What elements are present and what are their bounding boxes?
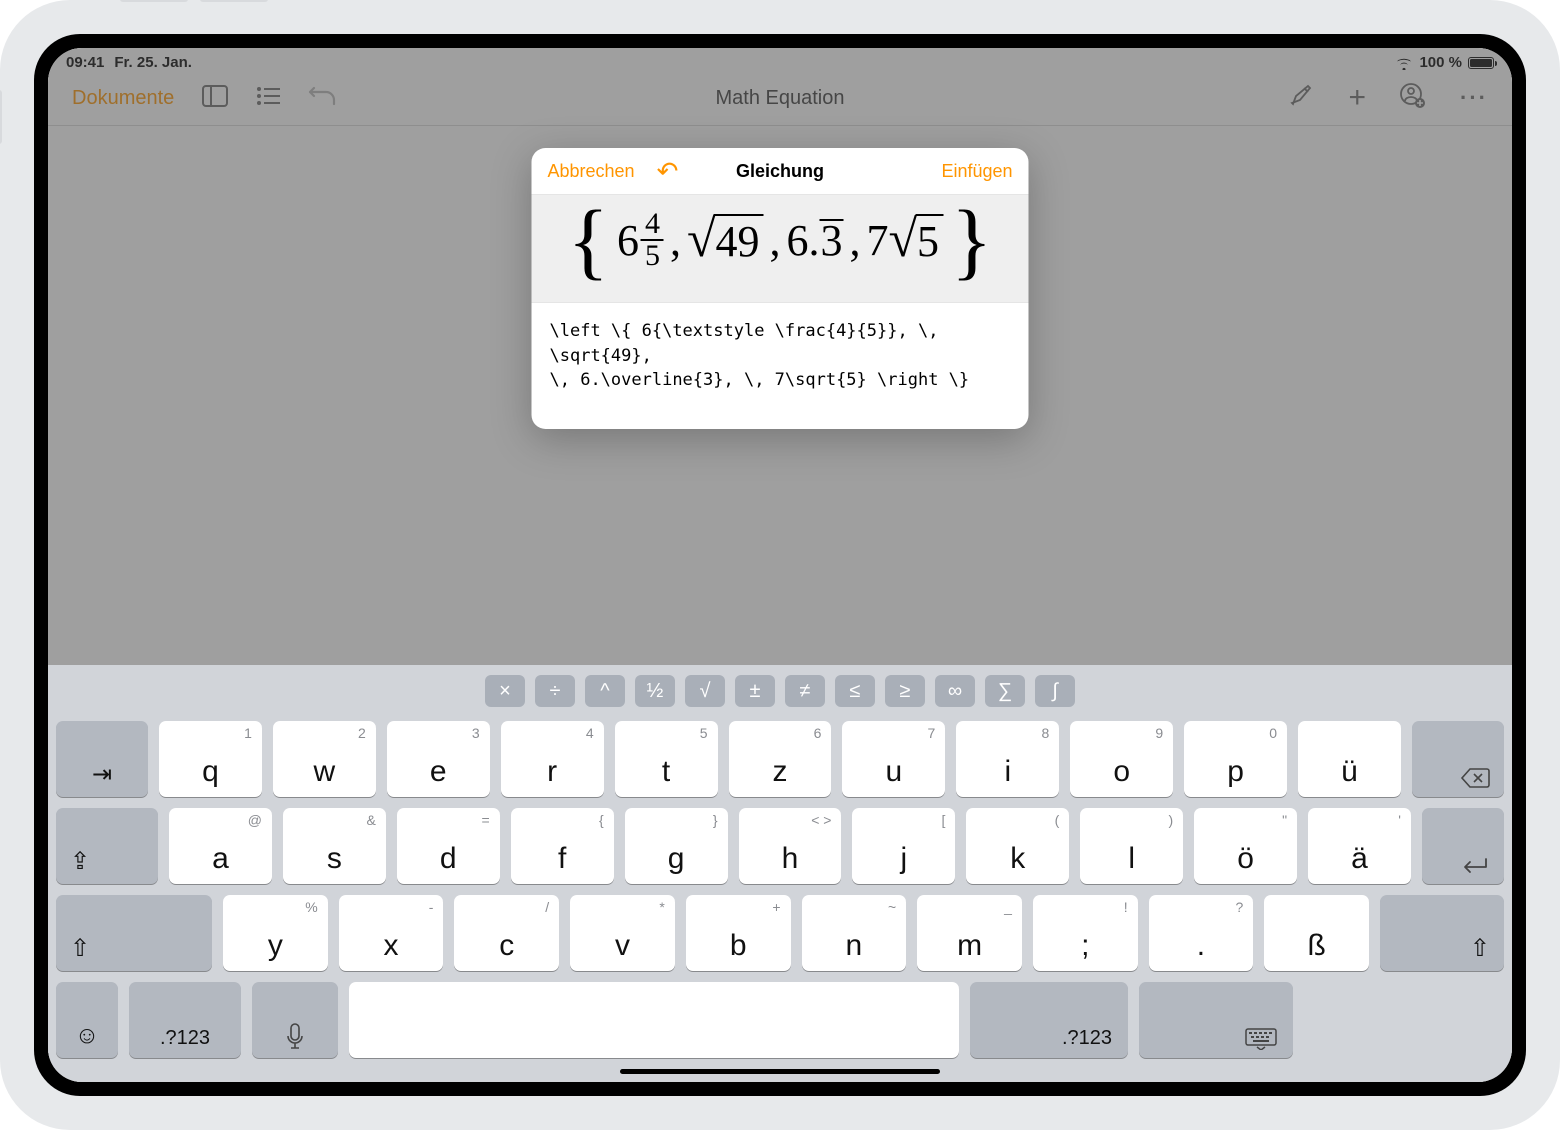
equation-popover: Abbrechen ↶ Gleichung Einfügen { 6 4 5 [532, 148, 1029, 429]
letter-key-q[interactable]: 1q [159, 721, 262, 797]
letter-key-n[interactable]: ~n [802, 895, 907, 971]
math-symbol-key[interactable]: ≥ [885, 675, 925, 707]
caps-key[interactable]: ⇪ [56, 808, 158, 884]
equation-preview: { 6 4 5 , √ 49 , [532, 194, 1029, 303]
letter-key-j[interactable]: [j [852, 808, 955, 884]
letter-key-ä[interactable]: 'ä [1308, 808, 1411, 884]
math-symbol-key[interactable]: ∑ [985, 675, 1025, 707]
letter-key-;[interactable]: !; [1033, 895, 1138, 971]
space-key[interactable] [349, 982, 959, 1058]
letter-key-m[interactable]: _m [917, 895, 1022, 971]
letter-key-b[interactable]: +b [686, 895, 791, 971]
home-indicator[interactable] [620, 1069, 940, 1074]
letter-key-v[interactable]: *v [570, 895, 675, 971]
math-symbol-key[interactable]: ∞ [935, 675, 975, 707]
math-symbol-key[interactable]: ÷ [535, 675, 575, 707]
math-symbol-key[interactable]: ^ [585, 675, 625, 707]
right-brace: } [945, 210, 998, 270]
equation-source-input[interactable]: \left \{ 6{\textstyle \frac{4}{5}}, \, \… [532, 303, 1029, 429]
shift-key-right[interactable]: ⇧ [1380, 895, 1504, 971]
math-symbol-key[interactable]: ≠ [785, 675, 825, 707]
preview-6: 6 [617, 215, 639, 266]
letter-key-f[interactable]: {f [511, 808, 614, 884]
preview-fraction: 4 5 [641, 209, 664, 271]
preview-7sqrt5: 7 √ 5 [867, 214, 944, 267]
preview-sqrt49: √ 49 [687, 214, 764, 267]
math-symbol-key[interactable]: √ [685, 675, 725, 707]
letter-key-o[interactable]: 9o [1070, 721, 1173, 797]
keyboard: × ÷ ^ ½ √ ± ≠ ≤ ≥ ∞ ∑ ∫ ⇥ 1q2w3e4r5t6z7u8i9o0pü ⇪ @… [48, 665, 1512, 1082]
letter-key-ö[interactable]: "ö [1194, 808, 1297, 884]
letter-key-g[interactable]: }g [625, 808, 728, 884]
left-brace: { [562, 210, 615, 270]
mode-key-left[interactable]: .?123 [129, 982, 241, 1058]
dismiss-keyboard-key[interactable] [1139, 982, 1293, 1058]
shift-key-left[interactable]: ⇧ [56, 895, 212, 971]
backspace-key[interactable] [1412, 721, 1504, 797]
letter-key-a[interactable]: @a [169, 808, 272, 884]
letter-key-p[interactable]: 0p [1184, 721, 1287, 797]
letter-key-d[interactable]: =d [397, 808, 500, 884]
emoji-key[interactable]: ☺ [56, 982, 118, 1058]
letter-key-t[interactable]: 5t [615, 721, 718, 797]
math-symbol-key[interactable]: ± [735, 675, 775, 707]
letter-key-ß[interactable]: ß [1264, 895, 1369, 971]
letter-key-i[interactable]: 8i [956, 721, 1059, 797]
letter-key-ü[interactable]: ü [1298, 721, 1401, 797]
popover-title: Gleichung [736, 161, 824, 182]
tab-key[interactable]: ⇥ [56, 721, 148, 797]
cancel-button[interactable]: Abbrechen [548, 161, 635, 182]
letter-key-x[interactable]: -x [339, 895, 444, 971]
letter-key-u[interactable]: 7u [842, 721, 945, 797]
letter-key-l[interactable]: )l [1080, 808, 1183, 884]
letter-key-y[interactable]: %y [223, 895, 328, 971]
math-symbol-key[interactable]: ≤ [835, 675, 875, 707]
preview-overline-3: 3 [820, 219, 844, 261]
popover-undo-icon[interactable]: ↶ [657, 158, 679, 184]
keyboard-math-bar: × ÷ ^ ½ √ ± ≠ ≤ ≥ ∞ ∑ ∫ [48, 665, 1512, 715]
letter-key-k[interactable]: (k [966, 808, 1069, 884]
mode-key-right[interactable]: .?123 [970, 982, 1128, 1058]
letter-key-e[interactable]: 3e [387, 721, 490, 797]
math-symbol-key[interactable]: × [485, 675, 525, 707]
letter-key-s[interactable]: &s [283, 808, 386, 884]
letter-key-r[interactable]: 4r [501, 721, 604, 797]
return-key[interactable] [1422, 808, 1504, 884]
letter-key-z[interactable]: 6z [729, 721, 832, 797]
math-symbol-key[interactable]: ½ [635, 675, 675, 707]
letter-key-c[interactable]: /c [454, 895, 559, 971]
letter-key-h[interactable]: < >h [739, 808, 842, 884]
dictate-key[interactable] [252, 982, 338, 1058]
letter-key-.[interactable]: ?. [1149, 895, 1254, 971]
letter-key-w[interactable]: 2w [273, 721, 376, 797]
math-symbol-key[interactable]: ∫ [1035, 675, 1075, 707]
insert-button[interactable]: Einfügen [941, 161, 1012, 182]
